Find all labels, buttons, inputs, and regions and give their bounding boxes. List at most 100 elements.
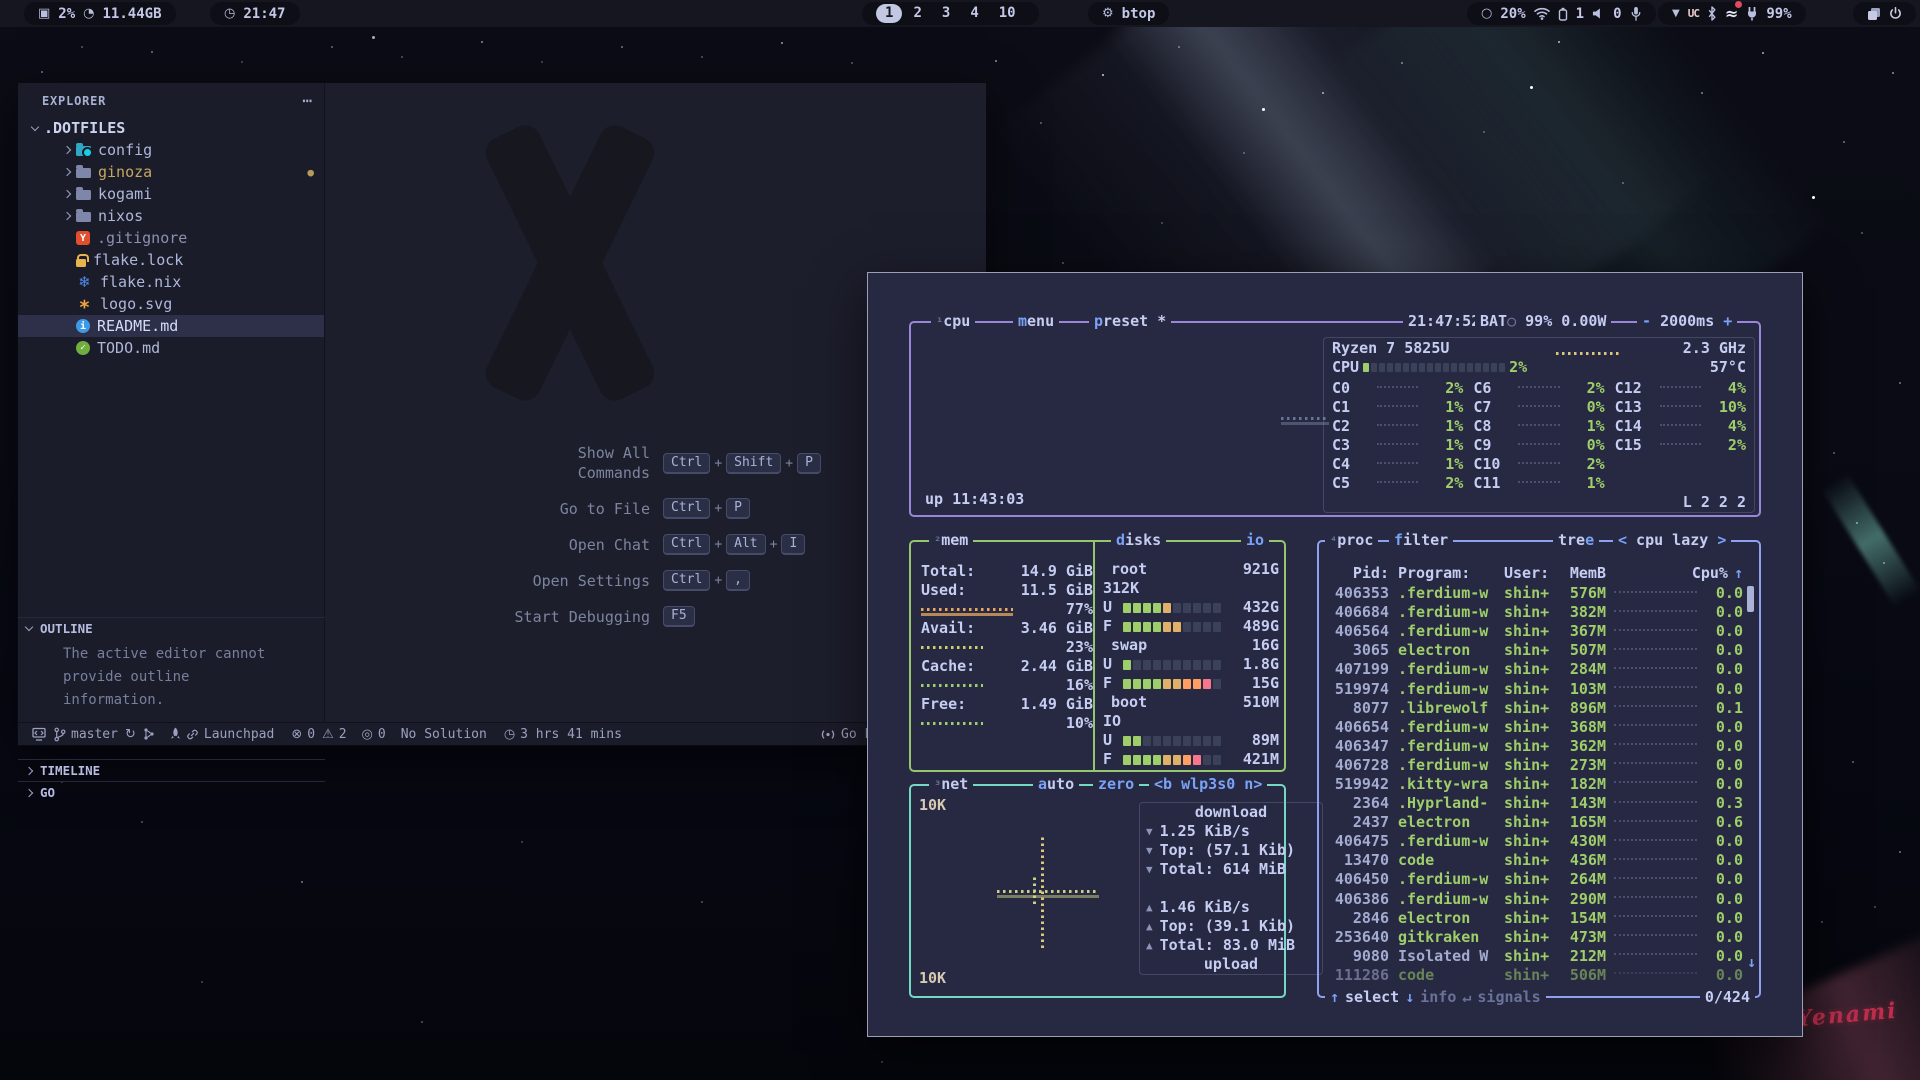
clock-icon: ◷ <box>224 6 235 21</box>
net-auto-button[interactable]: auto <box>1033 775 1079 794</box>
clipboard-icon[interactable] <box>1867 7 1881 21</box>
process-row[interactable]: 406450 .ferdium-w shin+ 264M 0.0 <box>1327 870 1743 889</box>
workspace-button[interactable]: 1 <box>876 4 902 23</box>
scroll-down-icon[interactable]: ↓ <box>1747 953 1756 972</box>
ports-indicator[interactable]: ◎0 <box>362 727 386 742</box>
mem-box-title[interactable]: ²mem <box>929 531 973 551</box>
io-title[interactable]: io <box>1241 531 1269 550</box>
process-row[interactable]: 406654 .ferdium-w shin+ 368M 0.0 <box>1327 718 1743 737</box>
file-row[interactable]: flake.nix <box>18 271 324 293</box>
file-icon <box>76 259 86 267</box>
process-row[interactable]: 407199 .ferdium-w shin+ 284M 0.0 <box>1327 660 1743 679</box>
cpu-box-title[interactable]: ¹cpu <box>931 312 975 332</box>
brightness-icon[interactable]: ○ <box>1481 6 1492 21</box>
workspace-button[interactable]: 10 <box>990 4 1025 23</box>
cpu-model: Ryzen 7 5825U <box>1332 339 1449 358</box>
explorer-actions-icon[interactable]: ⋯ <box>302 91 312 110</box>
proc-scrollbar[interactable] <box>1747 586 1754 612</box>
warning-icon: ⚠ <box>322 727 334 742</box>
time-tracker[interactable]: ◷3 hrs 41 mins <box>504 727 622 742</box>
wifi-icon[interactable] <box>1534 7 1550 20</box>
file-name: TODO.md <box>97 339 160 357</box>
file-row[interactable]: nixos <box>18 205 324 227</box>
process-row[interactable]: 2437 electron shin+ 165M 0.6 <box>1327 813 1743 832</box>
file-row[interactable]: kogami <box>18 183 324 205</box>
power-icon[interactable] <box>1889 7 1902 20</box>
menu-button[interactable]: menu <box>1013 312 1059 331</box>
git-branch[interactable]: master <box>53 727 118 742</box>
process-row[interactable]: 406684 .ferdium-w shin+ 382M 0.0 <box>1327 603 1743 622</box>
proc-tree-button[interactable]: tree <box>1553 531 1599 550</box>
preset-button[interactable]: preset * <box>1089 312 1171 331</box>
process-row[interactable]: 111286 code shin+ 506M 0.0 <box>1327 966 1743 985</box>
select-key[interactable]: select <box>1345 988 1399 1007</box>
upload-stat: ▲Total: 83.0 MiB <box>1146 936 1316 955</box>
proc-filter-button[interactable]: filter <box>1389 531 1453 550</box>
git-graph-icon[interactable] <box>143 727 155 741</box>
sync-icon[interactable]: ↻ <box>125 727 136 742</box>
file-row[interactable]: TODO.md <box>18 337 324 359</box>
disks-title[interactable]: disks <box>1111 531 1166 550</box>
signals-key[interactable]: signals <box>1477 988 1540 1007</box>
btop-mem-box: ²mem disks io Total:14.9 GiB Used:11.5 G… <box>909 540 1286 772</box>
process-row[interactable]: 13470 code shin+ 436M 0.0 <box>1327 851 1743 870</box>
proc-box-title[interactable]: ⁴proc <box>1325 531 1378 551</box>
process-row[interactable]: 9080 Isolated W shin+ 212M 0.0 <box>1327 947 1743 966</box>
btop-net-box: ³net auto zero <b wlp3s0 n> 10K 10K down… <box>909 784 1286 998</box>
microphone-icon[interactable] <box>1630 6 1642 21</box>
cpu-frequency: 2.3 GHz <box>1683 339 1746 358</box>
info-key[interactable]: info <box>1420 988 1456 1007</box>
file-row[interactable]: logo.svg <box>18 293 324 315</box>
wallpaper-streak <box>1821 473 1920 608</box>
sort-arrow-icon[interactable]: ↑ <box>1734 564 1743 583</box>
launchpad-item[interactable]: Launchpad <box>170 727 274 742</box>
cpu-total-pct: 2% <box>1509 358 1527 377</box>
notification-tray-icon[interactable]: ≈ <box>1725 4 1738 23</box>
process-row[interactable]: 406475 .ferdium-w shin+ 430M 0.0 <box>1327 832 1743 851</box>
process-row[interactable]: 406386 .ferdium-w shin+ 290M 0.0 <box>1327 890 1743 909</box>
remote-indicator[interactable] <box>32 727 46 741</box>
process-row[interactable]: 2846 electron shin+ 154M 0.0 <box>1327 909 1743 928</box>
mem-row: Total:14.9 GiB <box>921 562 1093 581</box>
net-info-panel: download ▼1.25 KiB/s▼Top: (57.1 Kib)▼Tot… <box>1139 802 1323 975</box>
file-row[interactable]: .gitignore <box>18 227 324 249</box>
speaker-icon[interactable] <box>1592 7 1605 20</box>
uc-tray-icon[interactable]: UC <box>1688 7 1699 20</box>
process-row[interactable]: 2364 .Hyprland- shin+ 143M 0.3 <box>1327 794 1743 813</box>
net-interface[interactable]: <b wlp3s0 n> <box>1149 775 1267 794</box>
solution-indicator[interactable]: No Solution <box>401 727 487 742</box>
update-interval[interactable]: - 2000ms + <box>1637 312 1737 331</box>
file-row[interactable]: README.md <box>18 315 324 337</box>
cpu-icon: ▣ <box>38 6 50 21</box>
workspace-button[interactable]: 2 <box>904 4 930 23</box>
bluetooth-icon[interactable] <box>1707 6 1717 21</box>
mem-row: Avail:3.46 GiB 23% <box>921 619 1093 657</box>
net-zero-button[interactable]: zero <box>1093 775 1139 794</box>
workspace-button[interactable]: 3 <box>933 4 959 23</box>
top-bar: ▣ 2% ◔ 11.44GB ◷ 21:47 1 2 3 4 10 ⚙ btop <box>0 0 1920 27</box>
file-row[interactable]: flake.lock <box>18 249 324 271</box>
process-row[interactable]: 8077 .librewolf shin+ 896M 0.1 <box>1327 699 1743 718</box>
file-icon <box>76 275 93 290</box>
process-row[interactable]: 406728 .ferdium-w shin+ 273M 0.0 <box>1327 756 1743 775</box>
file-icon <box>76 168 91 178</box>
problems-errors[interactable]: ⊗0 <box>291 727 315 742</box>
process-row[interactable]: 253640 gitkraken shin+ 473M 0.0 <box>1327 928 1743 947</box>
process-row[interactable]: 519974 .ferdium-w shin+ 103M 0.0 <box>1327 679 1743 698</box>
section-timeline[interactable]: TIMELINE <box>18 759 325 781</box>
process-row[interactable]: 406347 .ferdium-w shin+ 362M 0.0 <box>1327 737 1743 756</box>
problems-warnings[interactable]: ⚠2 <box>322 727 346 742</box>
workspace-button[interactable]: 4 <box>961 4 987 23</box>
process-row[interactable]: 406564 .ferdium-w shin+ 367M 0.0 <box>1327 622 1743 641</box>
section-outline[interactable]: OUTLINE <box>18 617 325 639</box>
process-row[interactable]: 406353 .ferdium-w shin+ 576M 0.0 <box>1327 584 1743 603</box>
file-row[interactable]: config <box>18 139 324 161</box>
section-go[interactable]: GO <box>18 781 325 803</box>
process-row[interactable]: 3065 electron shin+ 507M 0.0 <box>1327 641 1743 660</box>
tree-root[interactable]: .DOTFILES <box>18 117 324 139</box>
process-row[interactable]: 519942 .kitty-wra shin+ 182M 0.0 <box>1327 775 1743 794</box>
network-tray-icon[interactable]: ▼ <box>1672 8 1680 19</box>
net-box-title[interactable]: ³net <box>929 775 973 795</box>
proc-sort-control[interactable]: < cpu lazy > <box>1613 531 1731 550</box>
file-row[interactable]: ginoza ● <box>18 161 324 183</box>
